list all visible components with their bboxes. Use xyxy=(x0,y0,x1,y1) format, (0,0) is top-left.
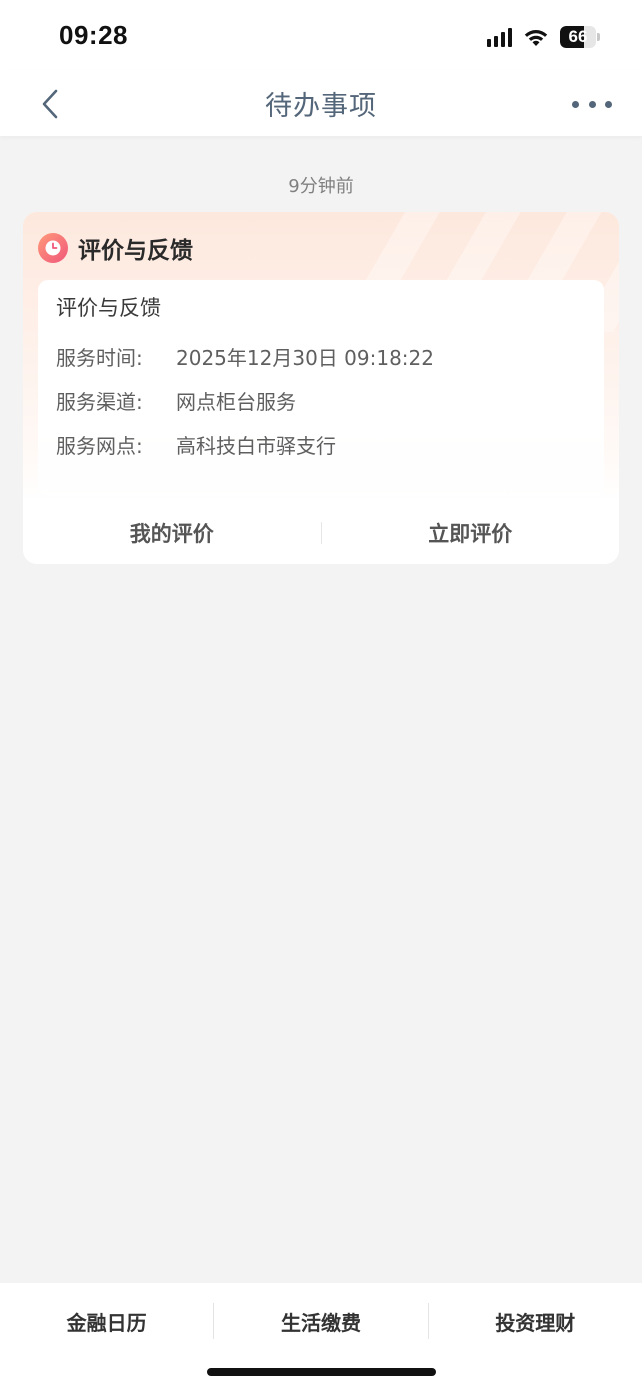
service-channel-value: 网点柜台服务 xyxy=(176,390,296,414)
more-dots-icon xyxy=(588,100,596,108)
info-row-service-branch: 服务网点: 高科技白市驿支行 xyxy=(56,430,336,459)
wifi-icon xyxy=(524,30,548,46)
signal-icon xyxy=(487,27,512,47)
status-time: 09:28 xyxy=(59,20,128,50)
battery-level: 66 xyxy=(568,27,588,46)
card-title: 评价与反馈 xyxy=(78,238,193,264)
service-branch-label: 服务网点: xyxy=(56,434,143,458)
info-row-service-channel: 服务渠道: 网点柜台服务 xyxy=(56,386,296,415)
more-button[interactable] xyxy=(572,92,612,116)
card-actions: 我的评价 立即评价 xyxy=(23,502,619,564)
my-review-button[interactable]: 我的评价 xyxy=(23,518,321,548)
bottom-bar: 金融日历 生活缴费 投资理财 xyxy=(0,1283,642,1389)
card-body[interactable]: 评价与反馈 服务时间: 2025年12月30日 09:18:22 服务渠道: 网点柜… xyxy=(38,280,604,498)
more-dots-icon xyxy=(605,100,612,108)
more-dots-icon xyxy=(572,100,579,108)
clock-icon xyxy=(38,233,68,263)
service-branch-value: 高科技白市驿支行 xyxy=(176,434,336,458)
status-bar: 09:28 66 xyxy=(0,0,642,70)
nav-bar: 待办事项 xyxy=(0,70,642,136)
home-indicator xyxy=(207,1368,436,1376)
tab-financial-calendar[interactable]: 金融日历 xyxy=(0,1307,213,1336)
tab-life-payment[interactable]: 生活缴费 xyxy=(214,1307,427,1336)
service-time-value: 2025年12月30日 09:18:22 xyxy=(176,346,434,370)
service-channel-label: 服务渠道: xyxy=(56,390,143,414)
card-body-title: 评价与反馈 xyxy=(56,296,161,320)
battery-icon: 66 xyxy=(560,26,600,48)
message-timestamp: 9分钟前 xyxy=(288,176,354,197)
tab-investment[interactable]: 投资理财 xyxy=(429,1307,642,1336)
bottom-tabs: 金融日历 生活缴费 投资理财 xyxy=(0,1301,642,1341)
status-icons: 66 xyxy=(487,24,600,50)
review-now-button[interactable]: 立即评价 xyxy=(322,518,620,548)
page-title: 待办事项 xyxy=(265,91,377,122)
info-row-service-time: 服务时间: 2025年12月30日 09:18:22 xyxy=(56,342,434,371)
todo-card: 评价与反馈 评价与反馈 服务时间: 2025年12月30日 09:18:22 服务… xyxy=(23,212,619,564)
service-time-label: 服务时间: xyxy=(56,346,143,370)
